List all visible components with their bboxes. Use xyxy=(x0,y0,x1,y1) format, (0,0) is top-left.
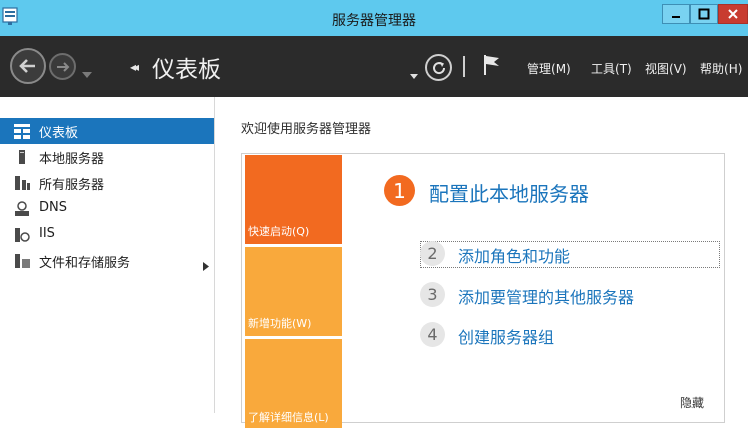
refresh-button[interactable] xyxy=(425,54,452,81)
dashboard-content: 欢迎使用服务器管理器 快速启动(Q) 新增功能(W) 了解详细信息(L) 1 配… xyxy=(216,97,748,428)
file-storage-icon xyxy=(14,253,30,269)
window-title: 服务器管理器 xyxy=(332,13,416,29)
sidebar-item-label: 所有服务器 xyxy=(39,178,105,193)
all-servers-icon xyxy=(14,175,30,191)
menu-tools[interactable]: 工具(T) xyxy=(591,60,632,77)
menu-help[interactable]: 帮助(H) xyxy=(700,60,742,77)
maximize-button[interactable] xyxy=(690,4,718,24)
back-button[interactable] xyxy=(10,48,46,84)
separator xyxy=(463,56,465,77)
welcome-heading: 欢迎使用服务器管理器 xyxy=(241,122,372,137)
sidebar-item-dns[interactable]: DNS xyxy=(0,196,214,222)
minimize-icon xyxy=(672,16,680,18)
sidebar-item-label: 文件和存储服务 xyxy=(39,256,131,271)
arrow-right-icon xyxy=(56,61,69,72)
step-number-badge: 1 xyxy=(384,175,415,206)
header-bar: ◂◂ 仪表板 管理(M) 工具(T) 视图(V) 帮助(H) xyxy=(0,36,748,97)
local-server-icon xyxy=(14,149,30,165)
breadcrumb-dropdown-icon[interactable] xyxy=(410,64,418,83)
step-link[interactable]: 配置此本地服务器 xyxy=(429,178,589,207)
tile-learn-more[interactable]: 了解详细信息(L) xyxy=(245,339,342,428)
tile-quick-start[interactable]: 快速启动(Q) xyxy=(245,155,342,244)
sidebar-item-label: 本地服务器 xyxy=(39,152,105,167)
breadcrumb: 仪表板 xyxy=(152,57,221,83)
close-button[interactable] xyxy=(718,4,748,24)
sidebar-item-local-server[interactable]: 本地服务器 xyxy=(0,144,214,170)
sidebar-item-all-servers[interactable]: 所有服务器 xyxy=(0,170,214,196)
step-link[interactable]: 添加要管理的其他服务器 xyxy=(458,284,634,308)
sidebar-item-file-storage[interactable]: 文件和存储服务 xyxy=(0,248,214,274)
arrow-left-icon xyxy=(19,59,35,73)
expand-arrow-icon xyxy=(203,256,209,275)
dns-icon xyxy=(14,201,30,217)
menu-view[interactable]: 视图(V) xyxy=(645,60,687,77)
history-dropdown-icon[interactable] xyxy=(82,63,92,82)
step-number-badge: 2 xyxy=(420,241,445,266)
welcome-tile-panel: 快速启动(Q) 新增功能(W) 了解详细信息(L) 1 配置此本地服务器 2 添… xyxy=(241,153,725,428)
tile-whats-new[interactable]: 新增功能(W) xyxy=(245,247,342,336)
step-link[interactable]: 添加角色和功能 xyxy=(458,243,570,267)
minimize-button[interactable] xyxy=(662,4,690,24)
sidebar-item-label: 仪表板 xyxy=(39,126,79,141)
dashboard-icon xyxy=(14,123,30,139)
title-bar: 服务器管理器 xyxy=(0,0,748,36)
step-add-roles-features[interactable]: 2 添加角色和功能 xyxy=(420,241,720,267)
sidebar-item-label: DNS xyxy=(39,200,67,215)
step-link[interactable]: 创建服务器组 xyxy=(458,324,554,348)
step-number-badge: 4 xyxy=(420,322,445,347)
maximize-icon xyxy=(698,8,710,20)
sidebar-item-label: IIS xyxy=(39,226,55,241)
double-chevron-left-icon: ◂◂ xyxy=(130,60,139,74)
iis-icon xyxy=(14,227,30,243)
hide-link[interactable]: 隐藏 xyxy=(680,394,704,411)
sidebar-item-iis[interactable]: IIS xyxy=(0,222,214,248)
close-icon xyxy=(728,9,738,19)
sidebar: 仪表板 本地服务器 所有服务器 DNS IIS 文件和存储服务 xyxy=(0,97,215,413)
sidebar-item-dashboard[interactable]: 仪表板 xyxy=(0,118,214,144)
menu-manage[interactable]: 管理(M) xyxy=(527,60,571,77)
step-number-badge: 3 xyxy=(420,282,445,307)
notifications-flag-icon[interactable] xyxy=(482,53,502,81)
refresh-icon xyxy=(432,61,445,74)
forward-button[interactable] xyxy=(49,53,76,80)
